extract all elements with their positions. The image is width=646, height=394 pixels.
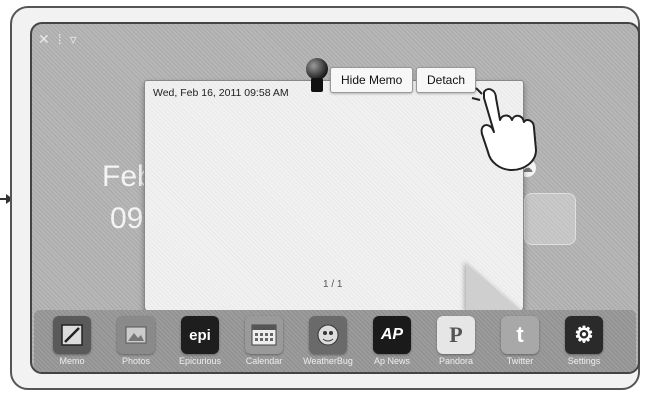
dock-app-label: Epicurious xyxy=(178,356,222,366)
weather-widget[interactable]: ☁ xyxy=(518,159,628,249)
photos-icon xyxy=(117,316,155,354)
dock-app-epicurious[interactable]: epi Epicurious xyxy=(170,314,230,370)
pushpin-base xyxy=(311,78,323,92)
dock-app-settings[interactable]: ⚙ Settings xyxy=(554,314,614,370)
memo-page-curl[interactable] xyxy=(466,264,524,314)
epi-icon: epi xyxy=(181,316,219,354)
home-clock-time: 09 xyxy=(110,202,144,235)
dock-app-twitter[interactable]: t Twitter xyxy=(490,314,550,370)
dock-app-label: Settings xyxy=(567,356,601,366)
calendar-icon xyxy=(245,316,283,354)
pushpin-icon xyxy=(306,58,328,80)
dock-app-label: Calendar xyxy=(245,356,283,366)
weather-glass xyxy=(524,193,576,245)
signal-icon: ⁞ xyxy=(57,31,62,47)
dock-app-weatherbug[interactable]: WeatherBug xyxy=(298,314,358,370)
app-dock: Memo Photos epi Epicurious Calendar Weat… xyxy=(34,310,636,372)
wifi-icon: ✕ xyxy=(38,30,50,47)
dock-app-label: Pandora xyxy=(438,356,474,366)
memo-icon xyxy=(53,316,91,354)
screen: ✕ ⁞ ▿ Feb 09 ☁ Wed, Feb 16, 2011 09:58 A… xyxy=(30,22,640,374)
ap-news-icon: AP xyxy=(373,316,411,354)
dock-app-label: Twitter xyxy=(506,356,534,366)
hide-memo-button[interactable]: Hide Memo xyxy=(330,67,414,93)
dock-app-label: Photos xyxy=(121,356,151,366)
device-frame: ✕ ⁞ ▿ Feb 09 ☁ Wed, Feb 16, 2011 09:58 A… xyxy=(10,6,640,390)
twitter-icon: t xyxy=(501,316,539,354)
pandora-icon: P xyxy=(437,316,475,354)
settings-icon: ⚙ xyxy=(565,316,603,354)
memo-timestamp: Wed, Feb 16, 2011 09:58 AM xyxy=(153,87,289,99)
notification-icon: ▿ xyxy=(69,30,77,47)
dock-app-memo[interactable]: Memo xyxy=(42,314,102,370)
dock-app-label: Ap News xyxy=(373,356,410,366)
dock-app-ap-news[interactable]: AP Ap News xyxy=(362,314,422,370)
dock-app-pandora[interactable]: P Pandora xyxy=(426,314,486,370)
dock-app-photos[interactable]: Photos xyxy=(106,314,166,370)
tap-hand-icon xyxy=(471,87,537,171)
status-bar: ✕ ⁞ ▿ xyxy=(38,28,77,50)
dock-app-label: WeatherBug xyxy=(303,356,353,366)
dock-app-label: Memo xyxy=(59,356,85,366)
weatherbug-icon xyxy=(309,316,347,354)
dock-app-calendar[interactable]: Calendar xyxy=(234,314,294,370)
memo-page-indicator: 1 / 1 xyxy=(323,279,343,290)
